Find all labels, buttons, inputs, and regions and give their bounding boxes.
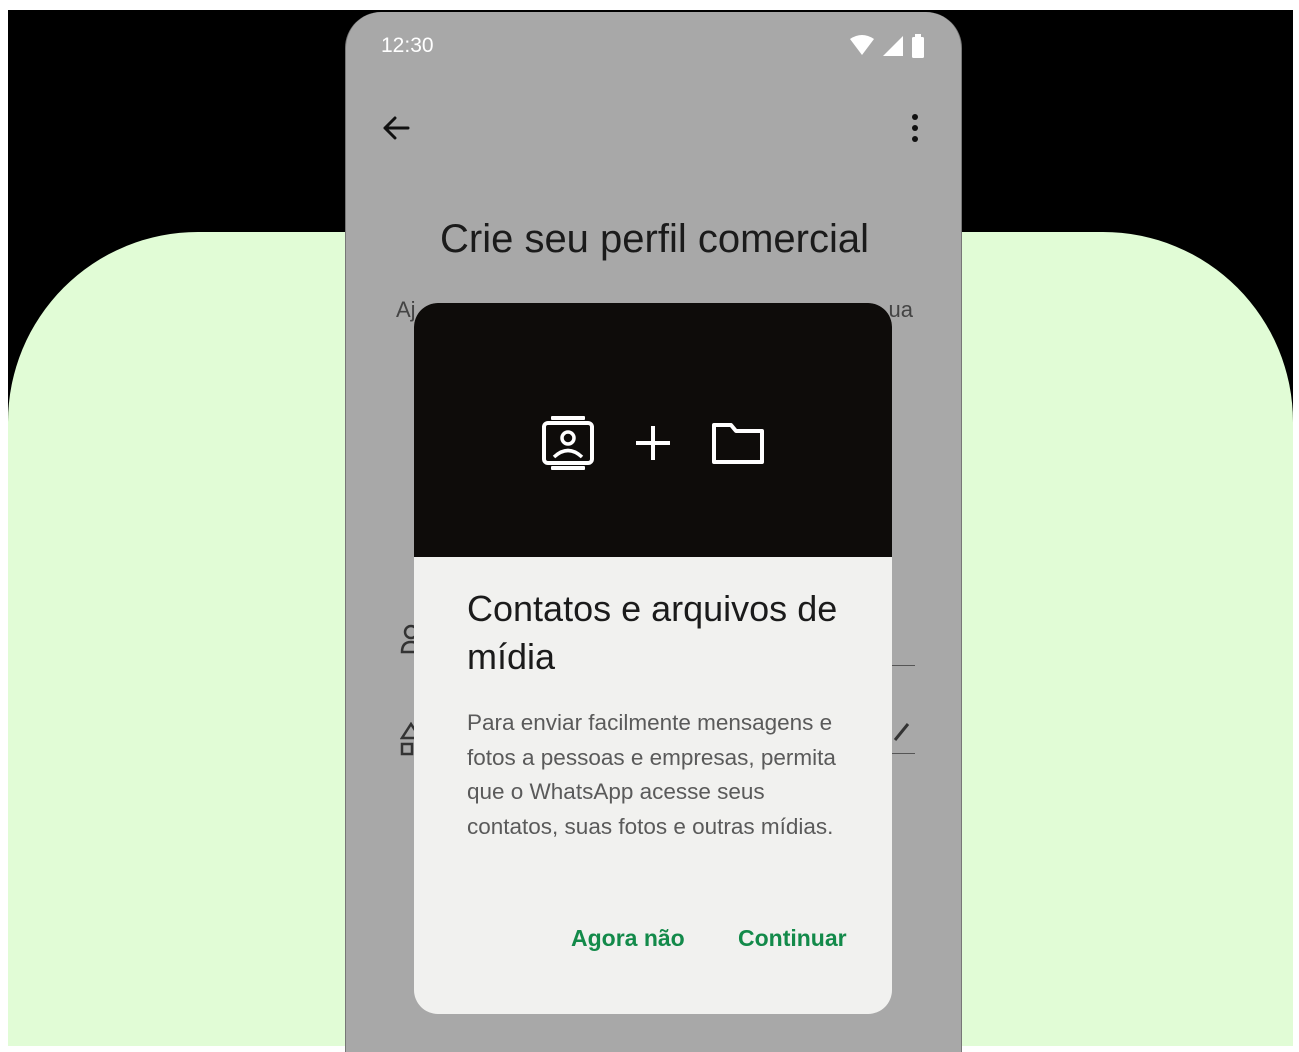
status-icons xyxy=(849,34,925,58)
back-arrow-icon[interactable] xyxy=(378,110,414,146)
battery-icon xyxy=(912,34,924,58)
plus-icon xyxy=(636,426,670,460)
signal-icon xyxy=(883,36,903,56)
folder-icon xyxy=(712,423,764,464)
dialog-header xyxy=(414,303,892,557)
field-underline xyxy=(891,753,915,754)
field-underline xyxy=(891,665,915,666)
dialog-title: Contatos e arquivos de mídia xyxy=(467,588,838,677)
page-subtitle: Aj xyxy=(396,297,416,322)
status-time: 12:30 xyxy=(381,34,434,57)
contacts-icon xyxy=(542,416,594,470)
header-icons xyxy=(414,408,892,478)
more-options-icon[interactable] xyxy=(907,112,923,146)
wifi-icon xyxy=(850,35,874,55)
edit-icon xyxy=(893,723,910,741)
dialog-body: Para enviar facilmente mensagens e fotos… xyxy=(467,710,836,839)
page-title: Crie seu perfil comercial xyxy=(439,217,870,261)
not-now-button[interactable]: Agora não xyxy=(571,925,685,952)
continue-button[interactable]: Continuar xyxy=(738,925,847,952)
page-subtitle-end: ua xyxy=(888,297,913,322)
